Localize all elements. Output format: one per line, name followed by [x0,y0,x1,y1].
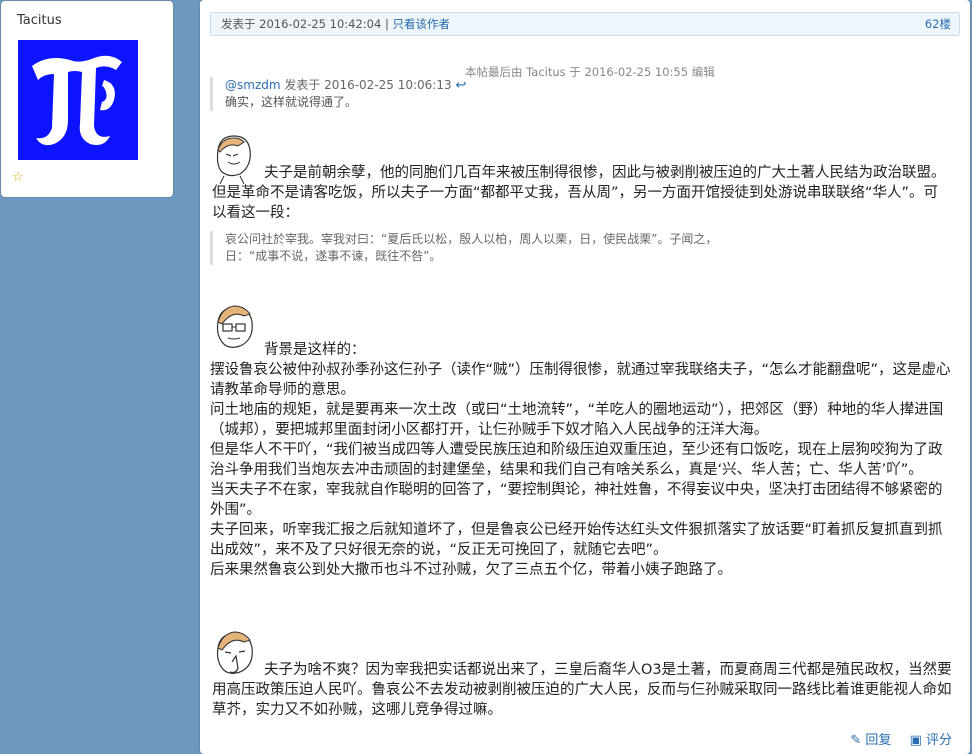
quote-block: @smzdm 发表于 2016-02-25 10:06:13 ↩ 确实，这样就说… [210,77,755,111]
star-icon[interactable]: ☆ [12,171,24,185]
reply-arrow-icon[interactable]: ↩ [455,78,466,93]
quote-meta: 发表于 2016-02-25 10:06:13 [280,78,456,92]
post-actions: ✎ 回复 ▣ 评分 [836,729,952,748]
paragraph-2-line: 问土地庙的规矩，就是要再来一次土改（或曰“土地流转”，“羊吃人的圈地运动”），把… [210,402,944,438]
paragraph-2-heading: 背景是这样的： [264,342,366,358]
paragraph-1: 夫子是前朝余孽，他的同胞们几百年来被压制得很惨，因此与被剥削被压迫的广大土著人民… [212,165,946,221]
paragraph-2-line: 当天夫子不在家，宰我就自作聪明的回答了，“要控制舆论，神社姓鲁，不得妄议中央，坚… [210,482,943,518]
avatar-logo-icon [18,40,138,160]
quoted-user-link[interactable]: @smzdm [225,78,281,92]
reply-button[interactable]: ✎ 回复 [850,733,891,748]
post-header: 发表于 2016-02-25 10:42:04 | 只看该作者 62楼 [210,12,960,36]
quote-text: 确实，这样就说得通了。 [225,95,358,109]
paragraph-2-line: 夫子回来，听宰我汇报之后就知道坏了，但是鲁哀公已经开始传达红头文件狠抓落实了放话… [210,522,943,558]
only-author-link[interactable]: 只看该作者 [392,17,450,31]
post-time: 发表于 2016-02-25 10:42:04 | [221,17,393,31]
floor-number[interactable]: 62楼 [925,13,951,35]
avatar[interactable] [18,40,138,160]
meme-face-glasses-icon [216,305,253,348]
username[interactable]: Tacitus [17,13,62,28]
paragraph-2-line: 但是华人不干吖，“我们被当成四等人遭受民族压迫和阶级压迫双重压迫，至少还有口饭吃… [210,442,943,478]
user-card: Tacitus ☆ [1,1,173,197]
post-content: 发表于 2016-02-25 10:42:04 | 只看该作者 62楼 本帖最后… [200,0,970,754]
paragraph-2-line: 后来果然鲁哀公到处大撒币也斗不过孙贼，欠了三点五个亿，带着小姨子跑路了。 [210,562,732,578]
paragraph-2: 摆设鲁哀公被仲孙叔孙季孙这仨孙子（读作“贼”）压制得很惨，就通过宰我联络夫子，“… [210,360,955,580]
paragraph-3: 夫子为啥不爽？因为宰我把实话都说出来了，三皇后裔华人O3是土著，而夏商周三代都是… [212,662,952,718]
quote-block-2: 哀公问社於宰我。宰我对曰：“夏后氏以松，殷人以柏，周人以栗，日，使民战栗”。子闻… [210,231,755,265]
paragraph-2-line: 摆设鲁哀公被仲孙叔孙季孙这仨孙子（读作“贼”）压制得很惨，就通过宰我联络夫子，“… [210,362,951,398]
rate-button[interactable]: ▣ 评分 [910,733,952,748]
